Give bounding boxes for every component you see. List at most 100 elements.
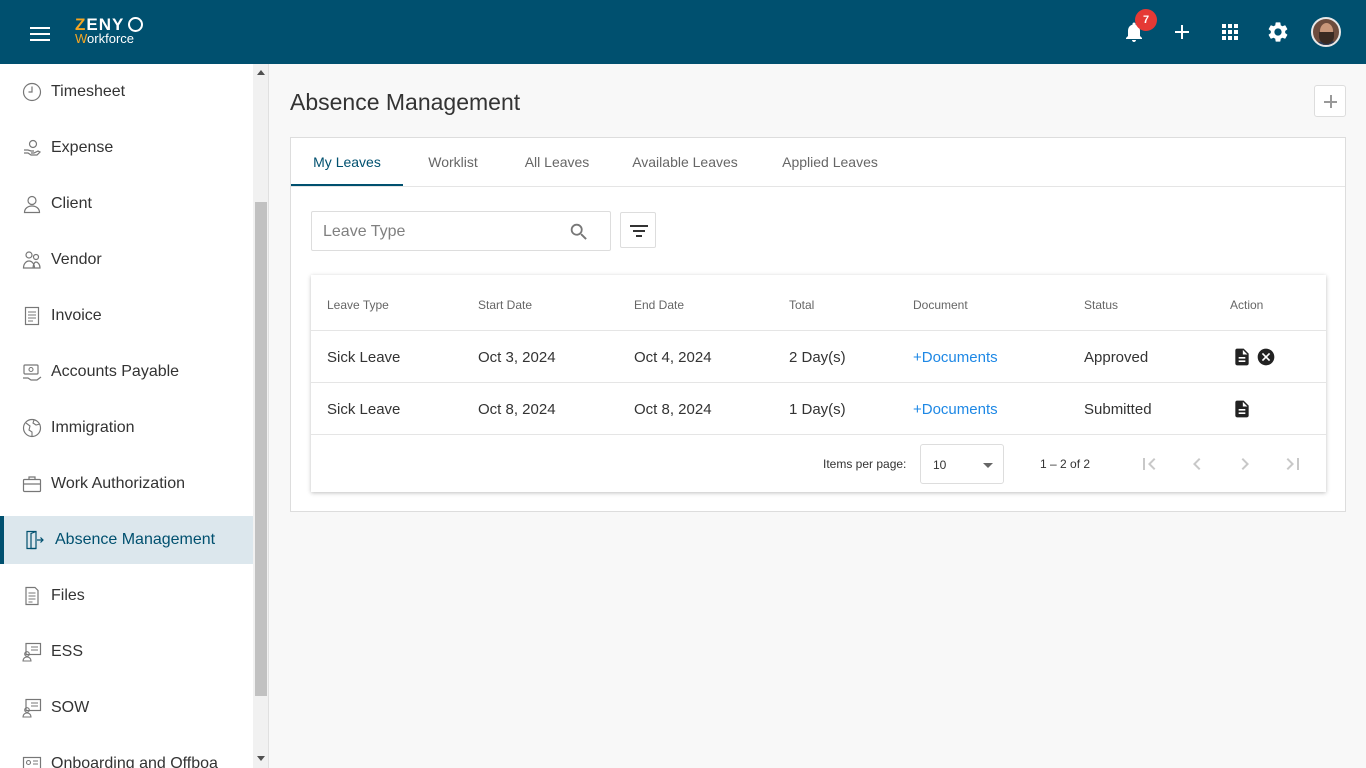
items-per-page-select[interactable]: 10 — [920, 444, 1004, 484]
sidebar-item-timesheet[interactable]: Timesheet — [0, 68, 253, 116]
sidebar-item-label: Absence Management — [55, 531, 216, 548]
tab-all-leaves[interactable]: All Leaves — [515, 138, 599, 186]
sidebar-item-label: Onboarding and Offboa — [51, 755, 218, 768]
last-page-icon[interactable] — [1281, 452, 1305, 476]
sidebar-item-label: SOW — [51, 699, 90, 716]
sidebar-item-label: Work Authorization — [51, 475, 185, 492]
sidebar-item-label: Accounts Payable — [51, 363, 180, 380]
logo[interactable]: ZENY Workforce — [75, 15, 155, 49]
top-app-bar: ZENY Workforce 7 — [0, 0, 1366, 64]
sidebar-item-ess[interactable]: ESS — [0, 628, 253, 676]
sidebar-item-work-authorization[interactable]: Work Authorization — [0, 460, 253, 508]
cancel-icon[interactable] — [1256, 347, 1276, 367]
sidebar-item-sow[interactable]: SOW — [0, 684, 253, 732]
sidebar-item-client[interactable]: Client — [0, 180, 253, 228]
cell-leave-type: Sick Leave — [327, 349, 401, 366]
sidebar: Timesheet Expense Client Vendor Invoice … — [0, 64, 253, 768]
sidebar-item-onboarding-and-offboarding[interactable]: Onboarding and Offboa — [0, 740, 253, 768]
table-row: Sick Leave Oct 8, 2024 Oct 8, 2024 1 Day… — [311, 382, 1326, 434]
file-icon — [25, 586, 39, 606]
globe-icon — [22, 418, 42, 438]
table-row: Sick Leave Oct 3, 2024 Oct 4, 2024 2 Day… — [311, 330, 1326, 382]
cell-start-date: Oct 8, 2024 — [478, 401, 556, 418]
search-input[interactable] — [323, 221, 563, 243]
sidebar-scrollbar[interactable] — [253, 64, 269, 768]
cell-start-date: Oct 3, 2024 — [478, 349, 556, 366]
monitor-user-icon — [22, 642, 42, 662]
filter-button[interactable] — [620, 212, 656, 248]
cell-end-date: Oct 8, 2024 — [634, 401, 712, 418]
avatar[interactable] — [1311, 17, 1341, 47]
tab-applied-leaves[interactable]: Applied Leaves — [773, 138, 887, 186]
add-documents-link[interactable]: +Documents — [913, 401, 998, 418]
sidebar-item-label: ESS — [51, 643, 84, 660]
sidebar-item-label: Invoice — [51, 307, 102, 324]
column-header-action: Action — [1230, 298, 1264, 312]
clock-icon — [22, 82, 42, 102]
logo-circle-icon — [128, 17, 143, 32]
first-page-icon[interactable] — [1137, 452, 1161, 476]
add-documents-link[interactable]: +Documents — [913, 349, 998, 366]
column-header-document[interactable]: Document — [913, 298, 968, 312]
menu-icon[interactable] — [30, 27, 50, 41]
tab-worklist[interactable]: Worklist — [415, 138, 491, 186]
accounts-payable-icon — [23, 364, 42, 381]
search-icon[interactable] — [568, 221, 590, 243]
search-field — [311, 211, 611, 251]
leaves-table: Leave Type Start Date End Date Total Doc… — [311, 275, 1326, 492]
chevron-down-icon — [983, 463, 993, 468]
filter-icon — [630, 225, 648, 227]
sidebar-item-label: Files — [51, 587, 85, 604]
scroll-up-arrow-icon[interactable] — [257, 70, 265, 75]
cell-total: 1 Day(s) — [789, 401, 846, 418]
sidebar-item-label: Expense — [51, 139, 114, 156]
scrollbar-thumb[interactable] — [255, 202, 267, 696]
page-range: 1 – 2 of 2 — [1040, 457, 1091, 471]
items-per-page-value: 10 — [933, 458, 947, 472]
invoice-icon — [24, 306, 40, 326]
sidebar-item-invoice[interactable]: Invoice — [0, 292, 253, 340]
document-icon[interactable] — [1232, 399, 1252, 419]
add-leave-button[interactable] — [1314, 85, 1346, 117]
sidebar-item-immigration[interactable]: Immigration — [0, 404, 253, 452]
previous-page-icon[interactable] — [1185, 452, 1209, 476]
notification-badge[interactable]: 7 — [1135, 9, 1157, 31]
logo-text-bottom: Workforce — [75, 31, 135, 46]
cell-status: Approved — [1084, 349, 1149, 366]
column-header-leave-type[interactable]: Leave Type — [327, 298, 389, 312]
sidebar-item-absence-management[interactable]: Absence Management — [0, 516, 253, 564]
cell-status: Submitted — [1084, 401, 1152, 418]
document-icon[interactable] — [1232, 347, 1252, 367]
items-per-page-label: Items per page: — [823, 457, 907, 471]
cell-end-date: Oct 4, 2024 — [634, 349, 712, 366]
id-card-icon — [22, 756, 42, 768]
vendor-icon — [22, 251, 41, 269]
sidebar-item-files[interactable]: Files — [0, 572, 253, 620]
monitor-user-icon — [22, 698, 42, 718]
tab-my-leaves[interactable]: My Leaves — [291, 138, 403, 186]
tab-available-leaves[interactable]: Available Leaves — [623, 138, 747, 186]
person-icon — [23, 195, 41, 214]
gear-icon[interactable] — [1266, 20, 1290, 44]
leaves-card: My Leaves Worklist All Leaves Available … — [290, 137, 1346, 512]
sidebar-item-accounts-payable[interactable]: Accounts Payable — [0, 348, 253, 396]
expense-icon — [24, 139, 42, 156]
page-title: Absence Management — [290, 89, 521, 115]
column-header-end-date[interactable]: End Date — [634, 298, 684, 312]
sidebar-item-label: Immigration — [51, 419, 135, 436]
plus-icon[interactable] — [1170, 20, 1194, 44]
column-header-total[interactable]: Total — [789, 298, 814, 312]
sidebar-item-label: Vendor — [51, 251, 102, 268]
door-exit-icon — [26, 530, 44, 550]
next-page-icon[interactable] — [1233, 452, 1257, 476]
briefcase-icon — [22, 476, 42, 493]
scroll-down-arrow-icon[interactable] — [257, 756, 265, 761]
apps-grid-icon[interactable] — [1218, 20, 1242, 44]
paginator: Items per page: 10 1 – 2 of 2 — [311, 434, 1326, 492]
column-header-status[interactable]: Status — [1084, 298, 1118, 312]
tab-bar: My Leaves Worklist All Leaves Available … — [291, 138, 1345, 187]
cell-leave-type: Sick Leave — [327, 401, 401, 418]
column-header-start-date[interactable]: Start Date — [478, 298, 532, 312]
sidebar-item-vendor[interactable]: Vendor — [0, 236, 253, 284]
sidebar-item-expense[interactable]: Expense — [0, 124, 253, 172]
